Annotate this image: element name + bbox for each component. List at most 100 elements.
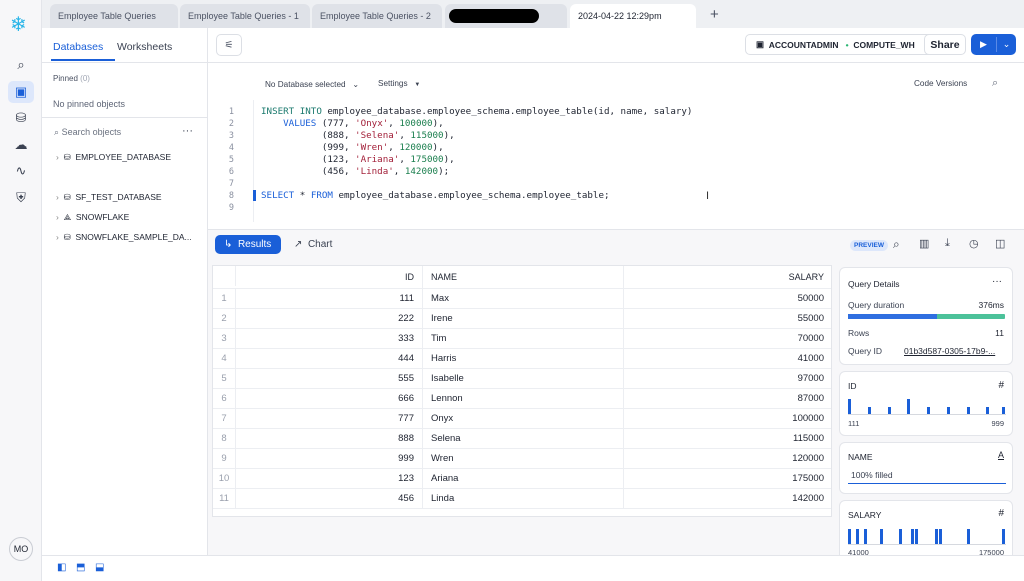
search-icon[interactable]: ⌕: [992, 77, 998, 90]
run-button[interactable]: ▶: [971, 34, 996, 55]
number-type-icon: #: [998, 380, 1004, 391]
database-selector[interactable]: No Database selected ⌄: [265, 79, 359, 89]
tab-worksheet[interactable]: Employee Table Queries - 2: [312, 4, 442, 28]
pinned-label: Pinned (0): [53, 74, 90, 83]
download-icon[interactable]: ⤓: [945, 237, 950, 250]
avatar[interactable]: MO: [9, 537, 33, 561]
tab-worksheet-active[interactable]: 2024-04-22 12:29pm: [570, 4, 696, 28]
search-icon[interactable]: ⌕: [893, 237, 900, 252]
column-header-name[interactable]: NAME: [423, 266, 624, 289]
share-button[interactable]: Share: [924, 34, 966, 55]
database-item[interactable]: › ⟁ SNOWFLAKE: [56, 212, 129, 223]
active-tab-indicator: [51, 59, 115, 61]
line-number: 9: [228, 203, 234, 213]
histogram-bar: [934, 529, 938, 544]
cell-id: 999: [236, 449, 423, 469]
rows-label: Rows: [848, 328, 870, 338]
tab-worksheet[interactable]: Employee Table Queries: [50, 4, 178, 28]
worksheets-icon[interactable]: ▣: [8, 81, 34, 103]
table-row[interactable]: 1 111 Max 50000: [213, 289, 831, 309]
history-icon[interactable]: ◷: [969, 237, 979, 250]
search-icon: ⌕: [54, 127, 60, 137]
line-number: 3: [228, 131, 234, 141]
database-item[interactable]: › ⛁ SF_TEST_DATABASE: [56, 192, 162, 203]
database-item[interactable]: › ⛁ SNOWFLAKE_SAMPLE_DA...: [56, 232, 192, 243]
column-header-id[interactable]: ID: [236, 266, 423, 289]
histogram-bar: [863, 529, 867, 544]
table-row[interactable]: 2 222 Irene 55000: [213, 309, 831, 329]
max-value: 999: [991, 419, 1004, 428]
more-options-button[interactable]: ···: [992, 276, 1002, 287]
database-item[interactable]: › ⛁ EMPLOYEE_DATABASE: [56, 152, 171, 163]
role-warehouse-selector[interactable]: ▣ ACCOUNTADMIN • COMPUTE_WH: [745, 34, 938, 55]
line-number: 1: [228, 107, 234, 117]
divider: [42, 62, 208, 63]
row-number: 3: [213, 329, 236, 349]
column-header-salary[interactable]: SALARY: [624, 266, 831, 289]
histogram-bar: [867, 406, 871, 414]
search-objects-input[interactable]: ⌕ Search objects: [54, 127, 121, 138]
settings-dropdown[interactable]: Settings ▼: [378, 79, 420, 88]
table-row[interactable]: 8 888 Selena 115000: [213, 429, 831, 449]
code-line: (123, 'Ariana', 175000),: [261, 154, 455, 165]
activity-icon[interactable]: ∿: [8, 160, 34, 182]
salary-histogram: [848, 529, 1006, 545]
settings-label: Settings: [378, 79, 408, 88]
table-row[interactable]: 3 333 Tim 70000: [213, 329, 831, 349]
table-row[interactable]: 11 456 Linda 142000: [213, 489, 831, 509]
min-value: 111: [848, 419, 860, 428]
histogram-bar: [907, 399, 911, 414]
split-panel-icon[interactable]: ◫: [995, 237, 1005, 250]
shared-database-icon: ⟁: [63, 212, 72, 222]
toggle-top-panel-icon[interactable]: ⬒: [76, 562, 85, 573]
table-row[interactable]: 4 444 Harris 41000: [213, 349, 831, 369]
toggle-bottom-panel-icon[interactable]: ⬓: [95, 562, 104, 573]
tab-worksheet-redacted[interactable]: [445, 4, 567, 28]
search-icon[interactable]: ⌕: [8, 54, 34, 76]
rows-value: 11: [995, 328, 1004, 338]
chevron-right-icon: ›: [56, 232, 59, 242]
line-number: 8: [228, 191, 234, 201]
table-row[interactable]: 7 777 Onyx 100000: [213, 409, 831, 429]
run-options-chevron-icon[interactable]: ⌄: [997, 34, 1016, 55]
database-icon[interactable]: ⛁: [8, 107, 34, 129]
cell-salary: 97000: [624, 369, 831, 389]
code-line: (888, 'Selena', 115000),: [261, 130, 455, 141]
cell-salary: 100000: [624, 409, 831, 429]
columns-icon[interactable]: ▥: [919, 237, 929, 250]
chevron-right-icon: ›: [56, 212, 59, 222]
histogram-bar: [966, 406, 970, 414]
table-row[interactable]: 6 666 Lennon 87000: [213, 389, 831, 409]
results-tab[interactable]: ↳ Results: [215, 235, 281, 254]
cell-id: 111: [236, 289, 423, 309]
preview-badge: PREVIEW: [850, 240, 888, 251]
code-line: INSERT INTO employee_database.employee_s…: [261, 106, 693, 117]
id-column-card[interactable]: ID # 111 999: [839, 371, 1013, 436]
add-tab-button[interactable]: +: [710, 6, 719, 23]
cell-id: 666: [236, 389, 423, 409]
database-name: SF_TEST_DATABASE: [75, 192, 162, 202]
filter-settings-button[interactable]: ⚟: [216, 34, 242, 56]
sliders-icon: ⚟: [224, 39, 234, 51]
cell-salary: 50000: [624, 289, 831, 309]
row-number: 11: [213, 489, 236, 509]
name-column-card[interactable]: NAME A 100% filled: [839, 442, 1013, 494]
chart-tab-label: Chart: [307, 239, 333, 250]
chart-tab[interactable]: ↗ Chart: [294, 239, 332, 250]
chevron-right-icon: ›: [56, 152, 59, 162]
more-options-button[interactable]: ···: [182, 125, 193, 137]
tab-worksheets[interactable]: Worksheets: [117, 41, 172, 53]
table-row[interactable]: 10 123 Ariana 175000: [213, 469, 831, 489]
toggle-left-panel-icon[interactable]: ◧: [57, 562, 66, 573]
line-number: 5: [228, 155, 234, 165]
cloud-icon[interactable]: ☁: [8, 134, 34, 156]
code-versions-button[interactable]: Code Versions: [914, 79, 967, 88]
tab-databases[interactable]: Databases: [53, 41, 103, 53]
shield-icon[interactable]: ⛨: [8, 187, 34, 209]
tab-worksheet[interactable]: Employee Table Queries - 1: [180, 4, 310, 28]
query-id-link[interactable]: 01b3d587-0305-17b9-...: [904, 346, 995, 356]
row-number: 5: [213, 369, 236, 389]
histogram-bar: [1002, 406, 1006, 414]
table-row[interactable]: 9 999 Wren 120000: [213, 449, 831, 469]
table-row[interactable]: 5 555 Isabelle 97000: [213, 369, 831, 389]
